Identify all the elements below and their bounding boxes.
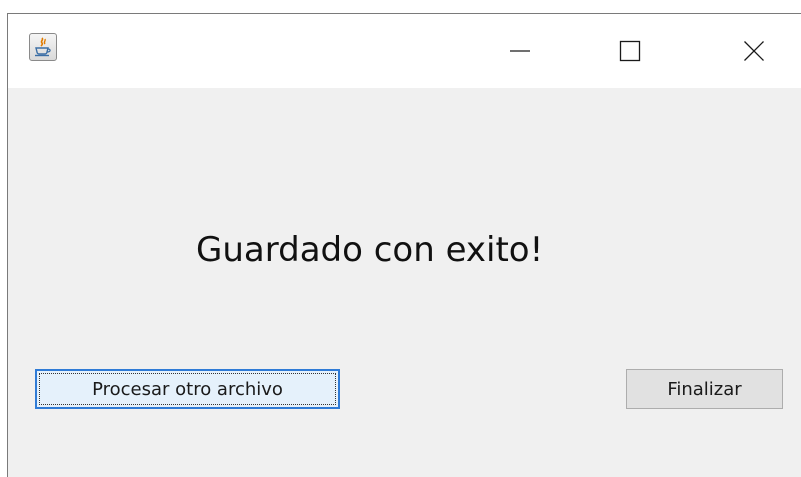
finish-button-label: Finalizar [667,378,742,400]
dialog-content: Guardado con exito! Procesar otro archiv… [8,88,801,477]
maximize-button[interactable] [600,14,660,88]
maximize-icon [619,40,641,62]
finish-button[interactable]: Finalizar [626,369,783,409]
focus-ring [39,373,336,405]
app-window: Guardado con exito! Procesar otro archiv… [7,13,801,477]
title-bar[interactable] [8,14,801,88]
close-icon [744,41,764,61]
success-message: Guardado con exito! [196,230,544,270]
close-button[interactable] [724,14,784,88]
java-coffee-icon[interactable] [29,33,57,61]
process-another-file-button[interactable]: Procesar otro archivo [35,369,340,409]
minimize-button[interactable] [490,14,550,88]
minimize-icon [510,50,530,52]
